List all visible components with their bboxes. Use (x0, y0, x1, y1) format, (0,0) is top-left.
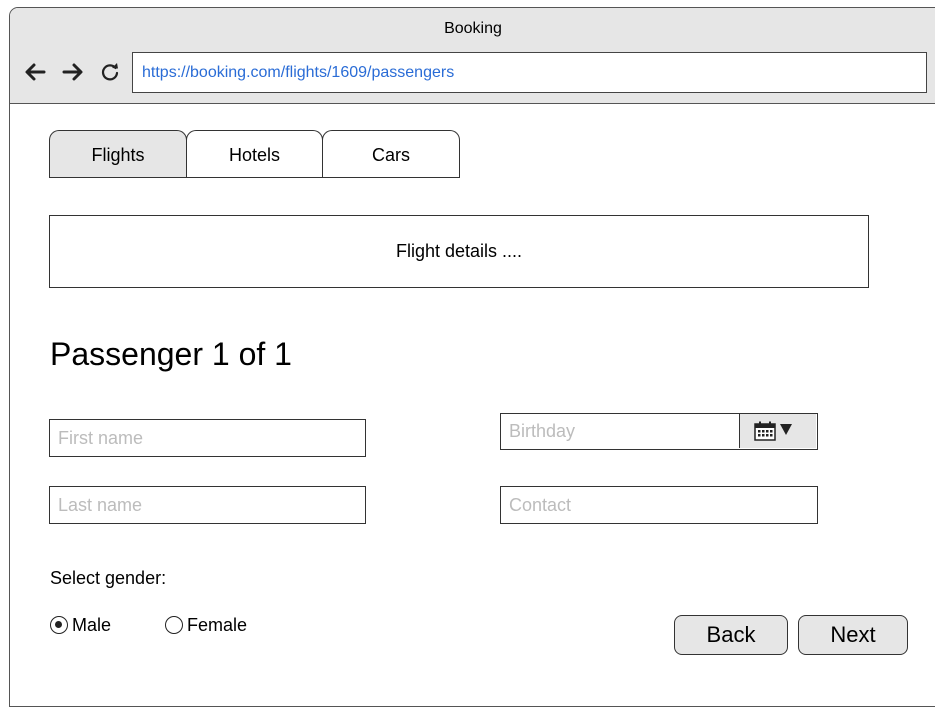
radio-male-label: Male (72, 615, 112, 635)
forward-arrow-icon[interactable] (62, 62, 84, 82)
page-title: Passenger 1 of 1 (50, 336, 292, 372)
address-bar[interactable] (132, 52, 927, 93)
browser-window: Booking Flights Hotels Cars Flight detai… (9, 7, 935, 707)
radio-female-label: Female (187, 615, 248, 635)
next-button[interactable]: Next (798, 615, 908, 655)
flight-details-text: Flight details .... (395, 241, 523, 261)
chevron-down-icon (780, 424, 792, 435)
last-name-field[interactable] (49, 486, 366, 524)
back-arrow-icon[interactable] (24, 62, 46, 82)
birthday-date-picker (500, 413, 818, 450)
contact-field[interactable] (500, 486, 818, 524)
tab-hotels[interactable]: Hotels (186, 130, 323, 178)
tab-flights[interactable]: Flights (49, 130, 187, 178)
radio-checked-icon[interactable] (50, 616, 68, 634)
first-name-field[interactable] (49, 419, 366, 457)
reload-icon[interactable] (100, 62, 120, 82)
gender-label: Select gender: (50, 568, 167, 588)
date-picker-button[interactable] (739, 414, 816, 448)
flight-details-panel: Flight details .... (49, 215, 869, 288)
radio-female[interactable]: Female (165, 614, 247, 636)
radio-male[interactable]: Male (50, 614, 111, 636)
window-title: Booking (444, 20, 502, 37)
calendar-icon (754, 421, 776, 446)
back-button[interactable]: Back (674, 615, 788, 655)
birthday-field[interactable] (501, 414, 739, 448)
browser-chrome: Booking (10, 8, 935, 104)
tab-strip-divider (49, 177, 460, 178)
radio-unchecked-icon[interactable] (165, 616, 183, 634)
tab-cars[interactable]: Cars (322, 130, 460, 178)
